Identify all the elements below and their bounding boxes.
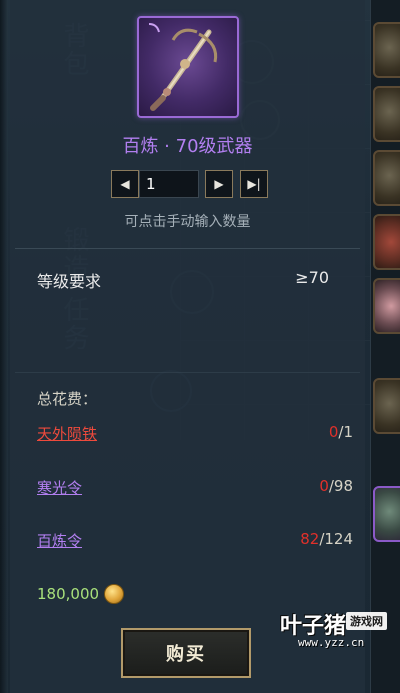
watermark-badge: 游戏网	[346, 612, 387, 630]
side-item-slot[interactable]	[373, 278, 400, 334]
side-item-slot[interactable]	[373, 378, 400, 434]
crossbow-icon-art	[148, 23, 218, 111]
total-cost-title: 总花费：	[37, 390, 98, 408]
side-item-slot[interactable]	[373, 150, 400, 206]
watermark-url: www.yzz.cn	[298, 636, 365, 649]
material-have: 82	[300, 530, 320, 548]
site-watermark: 叶子猪 游戏网 www.yzz.cn	[280, 608, 398, 652]
crossbow-weapon-icon	[137, 16, 239, 118]
material-need: /1	[338, 423, 353, 441]
right-item-column	[370, 0, 400, 693]
material-link[interactable]: 寒光令	[37, 477, 82, 498]
arrow-right-icon: ▶	[214, 177, 224, 191]
money-cost: 180,000	[37, 585, 100, 603]
buy-button[interactable]: 购买	[121, 628, 251, 678]
left-edge-rail	[0, 0, 8, 693]
side-item-slot[interactable]	[373, 214, 400, 270]
material-link[interactable]: 天外陨铁	[37, 423, 97, 444]
requirement-label: 等级要求	[37, 272, 102, 291]
material-count: 82/124	[300, 530, 353, 548]
side-item-slot[interactable]	[373, 86, 400, 142]
item-title: 百炼 · 70级武器	[122, 136, 253, 157]
material-need: /98	[328, 477, 353, 495]
quantity-input[interactable]: 1	[139, 170, 199, 198]
divider	[15, 248, 360, 249]
arrow-left-icon: ◀	[120, 177, 130, 191]
material-count: 0/98	[319, 477, 353, 495]
requirement-value: ≥70	[295, 268, 329, 287]
skip-end-icon: ▶|	[247, 177, 261, 191]
gold-coin-icon	[104, 584, 124, 604]
material-have: 0	[319, 477, 329, 495]
decrease-quantity-button[interactable]: ◀	[111, 170, 139, 198]
side-item-slot[interactable]	[373, 22, 400, 78]
max-quantity-button[interactable]: ▶|	[240, 170, 268, 198]
material-link[interactable]: 百炼令	[37, 530, 82, 551]
material-count: 0/1	[329, 423, 353, 441]
material-need: /124	[319, 530, 353, 548]
side-item-slot-selected[interactable]	[373, 486, 400, 542]
divider	[15, 372, 360, 373]
material-have: 0	[328, 423, 339, 441]
shop-purchase-screen: 背包 锻造 任务 百炼 · 70级武器 ◀	[0, 0, 400, 693]
quantity-hint: 可点击手动输入数量	[124, 214, 251, 230]
increase-quantity-button[interactable]: ▶	[205, 170, 233, 198]
